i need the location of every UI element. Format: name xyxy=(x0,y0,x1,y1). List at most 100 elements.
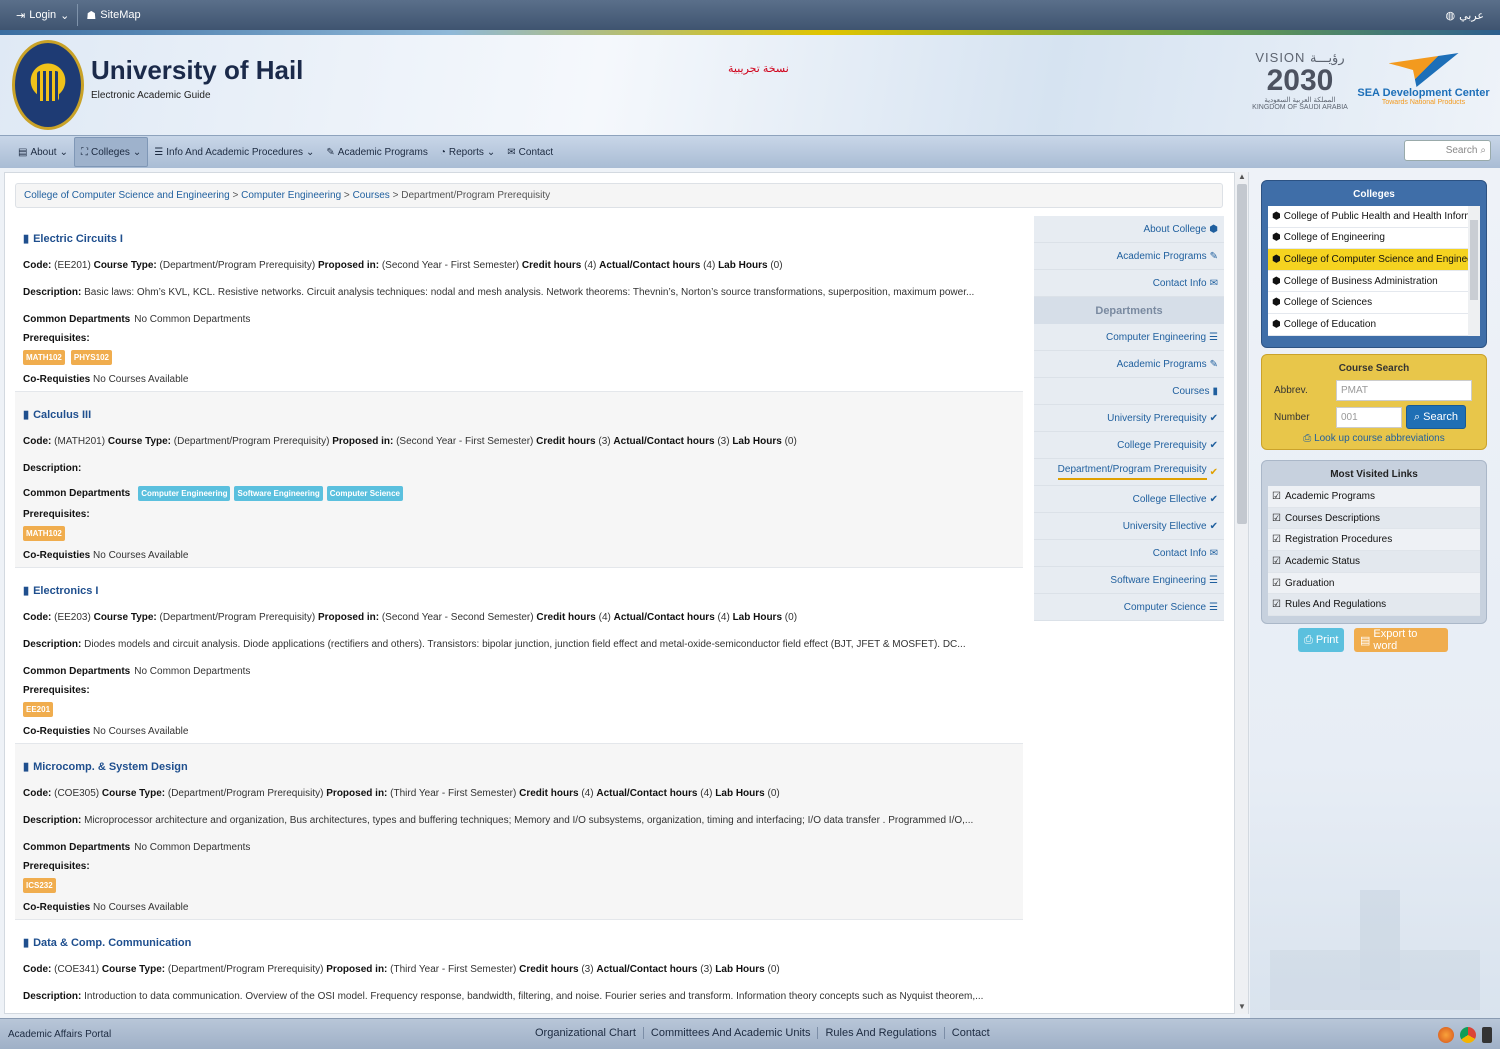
department-tag[interactable]: Computer Science xyxy=(326,486,403,501)
meta-label: Proposed in: xyxy=(317,260,380,271)
sidebar-link[interactable]: University Ellective ✔ xyxy=(1034,513,1224,540)
college-list-item[interactable]: ⬢ College of Sciences xyxy=(1268,292,1474,314)
sitemap-link[interactable]: ☗ SiteMap xyxy=(78,0,148,30)
most-visited-link[interactable]: ☑ Rules And Regulations xyxy=(1268,594,1480,617)
meta-label: Lab Hours xyxy=(718,260,768,271)
number-input[interactable]: 001 xyxy=(1336,406,1402,428)
check-icon: ✔ xyxy=(1209,493,1218,505)
nav-item-about[interactable]: ▤ About ⌄ xyxy=(12,137,74,167)
sidebar-link[interactable]: Academic Programs ✎ xyxy=(1034,243,1224,270)
meta-label: Code: xyxy=(23,788,52,799)
meta-value: (Third Year - First Semester) xyxy=(390,964,517,975)
university-logo[interactable] xyxy=(12,40,84,130)
nav-item-info-and-academic-procedures[interactable]: ☰ Info And Academic Procedures ⌄ xyxy=(148,137,320,167)
common-label: Common Departments xyxy=(23,488,131,499)
abbrev-input[interactable]: PMAT xyxy=(1336,380,1472,401)
export-word-button[interactable]: ▤ Export to word xyxy=(1354,628,1448,652)
footer-link[interactable]: Rules And Regulations xyxy=(818,1027,945,1039)
search-input[interactable]: Search ⌕ xyxy=(1404,140,1491,161)
nav-item-reports[interactable]: ◔ Reports ⌄ xyxy=(434,137,501,167)
language-switch[interactable]: ◍ عربي xyxy=(1438,0,1492,30)
college-name: College of Engineering xyxy=(1283,232,1385,244)
department-tag[interactable]: Computer Engineering xyxy=(138,486,231,501)
print-button[interactable]: ⎙ Print xyxy=(1298,628,1344,652)
most-visited-link[interactable]: ☑ Graduation xyxy=(1268,572,1480,595)
sidebar-link[interactable]: Courses ▮ xyxy=(1034,378,1224,405)
footer-link[interactable]: Committees And Academic Units xyxy=(644,1027,819,1039)
scroll-up-icon[interactable]: ▲ xyxy=(1235,172,1249,184)
most-visited-label: Academic Status xyxy=(1284,555,1361,567)
corequisites: Co-Requisties No Courses Available xyxy=(23,550,188,561)
meta-value: (Second Year - First Semester) xyxy=(381,260,520,271)
sidebar-link[interactable]: University Prerequisity ✔ xyxy=(1034,405,1224,432)
prerequisite-tags: MATH102 xyxy=(23,526,65,541)
check-icon: ✔ xyxy=(1209,412,1218,424)
nav-label: Info And Academic Procedures xyxy=(166,146,304,158)
prerequisites-label-row: Prerequisites: xyxy=(23,509,90,520)
scroll-down-icon[interactable]: ▼ xyxy=(1235,1002,1249,1014)
meta-label: Course Type: xyxy=(93,260,157,271)
sidebar-link[interactable]: College Prerequisity ✔ xyxy=(1034,432,1224,459)
nav-item-academic-programs[interactable]: ✎ Academic Programs xyxy=(320,137,433,167)
sidebar-link[interactable]: College Ellective ✔ xyxy=(1034,486,1224,513)
college-name: College of Education xyxy=(1283,318,1377,330)
nav-item-colleges[interactable]: ⛶ Colleges ⌄ xyxy=(73,137,149,167)
college-list-item[interactable]: ⬢ College of Computer Science and Enginee… xyxy=(1268,249,1474,271)
most-visited-link[interactable]: ☑ Courses Descriptions xyxy=(1268,507,1480,530)
breadcrumb-link[interactable]: Computer Engineering xyxy=(241,190,341,201)
meta-label: Lab Hours xyxy=(715,964,765,975)
college-list-item[interactable]: ⬢ College of Education xyxy=(1268,314,1474,336)
scroll-thumb[interactable] xyxy=(1237,184,1247,524)
footer-link[interactable]: Organizational Chart xyxy=(528,1027,644,1039)
sidebar-link[interactable]: Computer Engineering ☰ xyxy=(1034,324,1224,351)
course-title-text: Data & Comp. Communication xyxy=(33,936,192,949)
sidebar-link[interactable]: Department/Program Prerequisity ✔ xyxy=(1034,459,1224,486)
college-list-item[interactable]: ⬢ College of Engineering xyxy=(1268,228,1474,250)
portal-link[interactable]: Academic Affairs Portal xyxy=(8,1029,111,1040)
most-visited-link[interactable]: ☑ Academic Programs xyxy=(1268,486,1480,508)
sidebar-link[interactable]: Academic Programs ✎ xyxy=(1034,351,1224,378)
page-scrollbar[interactable]: ▲ ▼ xyxy=(1234,172,1248,1014)
sidebar-link[interactable]: Computer Science ☰ xyxy=(1034,594,1224,621)
department-tag[interactable]: Software Engineering xyxy=(234,486,323,501)
cube-icon: ⬢ xyxy=(1272,297,1281,309)
course-search-button[interactable]: ⌕ Search xyxy=(1406,405,1466,429)
departments-heading: Departments xyxy=(1034,297,1224,324)
common-value: No Common Departments xyxy=(134,842,251,853)
college-list-item[interactable]: ⬢ College of Business Administration xyxy=(1268,271,1474,293)
most-visited-link[interactable]: ☑ Registration Procedures xyxy=(1268,529,1480,552)
prerequisite-tag[interactable]: MATH102 xyxy=(23,350,65,365)
prerequisites-label: Prerequisites: xyxy=(23,685,90,696)
prerequisite-tag[interactable]: ICS232 xyxy=(23,878,56,893)
prerequisite-tag[interactable]: MATH102 xyxy=(23,526,65,541)
sidebar-link[interactable]: About College ⬢ xyxy=(1034,216,1224,243)
breadcrumb-link[interactable]: College of Computer Science and Engineer… xyxy=(24,190,230,201)
most-visited-link[interactable]: ☑ Academic Status xyxy=(1268,551,1480,573)
footer-link[interactable]: Contact xyxy=(945,1027,997,1039)
lookup-abbreviations-link[interactable]: ⎙ Look up course abbreviations xyxy=(1268,433,1480,444)
course-title[interactable]: ▮ Microcomp. & System Design xyxy=(23,760,188,774)
college-name: College of Sciences xyxy=(1283,297,1373,309)
course-title[interactable]: ▮ Electric Circuits I xyxy=(23,232,123,246)
meta-value: (3) xyxy=(717,436,730,447)
colleges-scrollbar[interactable] xyxy=(1468,206,1480,336)
nav-item-contact[interactable]: ✉ Contact xyxy=(501,137,559,167)
description-label: Description: xyxy=(23,287,82,298)
meta-value: (COE341) xyxy=(54,964,100,975)
footer-links: Organizational Chart Committees And Acade… xyxy=(528,1027,997,1039)
sidebar-link[interactable]: Contact Info ✉ xyxy=(1034,270,1224,297)
meta-value: (4) xyxy=(598,612,611,623)
sidebar-link[interactable]: Contact Info ✉ xyxy=(1034,540,1224,567)
sidebar-link[interactable]: Software Engineering ☰ xyxy=(1034,567,1224,594)
course-title[interactable]: ▮ Calculus III xyxy=(23,408,91,422)
breadcrumb-link[interactable]: Courses xyxy=(353,190,390,201)
login-menu[interactable]: ⇥ Login ⌄ xyxy=(8,0,77,30)
college-list-item[interactable]: ⬢ College of Public Health and Health Inf… xyxy=(1268,206,1474,228)
list-icon: ☰ xyxy=(1209,574,1218,586)
chevron-down-icon: ⌄ xyxy=(60,9,70,22)
course-title[interactable]: ▮ Data & Comp. Communication xyxy=(23,936,192,950)
prerequisite-tag[interactable]: EE201 xyxy=(23,702,54,717)
course-title[interactable]: ▮ Electronics I xyxy=(23,584,98,598)
prerequisite-tag[interactable]: PHYS102 xyxy=(70,350,112,365)
document-icon: ▤ xyxy=(18,146,28,158)
